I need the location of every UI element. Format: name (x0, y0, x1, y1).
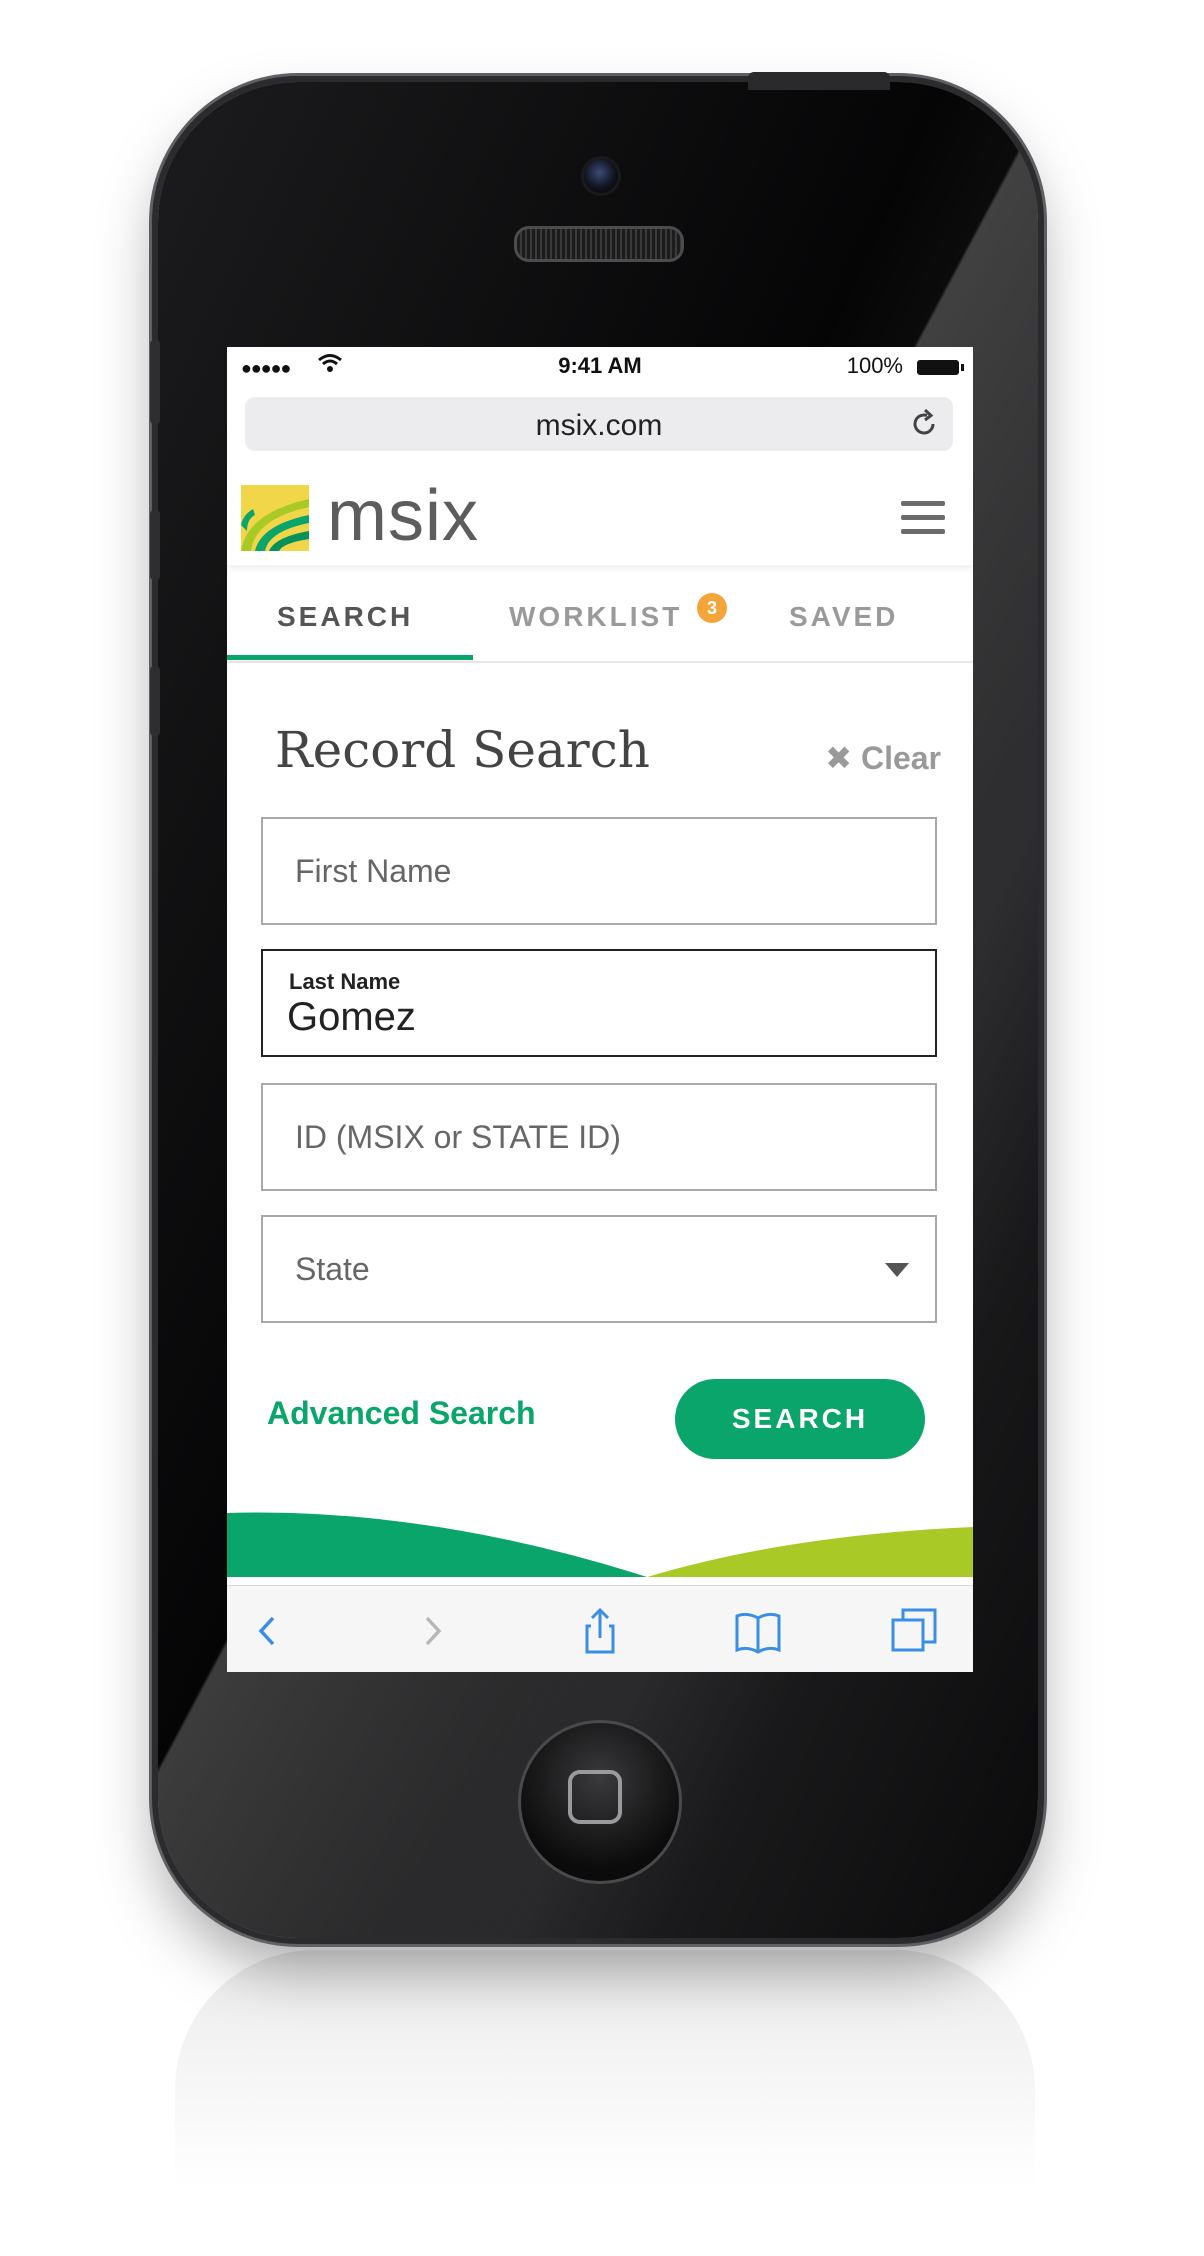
hamburger-menu-icon[interactable] (901, 501, 945, 541)
advanced-search-link[interactable]: Advanced Search (267, 1395, 536, 1432)
screen: ●●●●● 9:41 AM 100% msix.com msix SEARCH … (227, 347, 973, 1672)
state-placeholder: State (295, 1251, 370, 1287)
battery-percentage: 100% (846, 353, 903, 378)
volume-up-button (150, 510, 160, 580)
volume-down-button (150, 666, 160, 736)
last-name-value: Gomez (287, 995, 416, 1039)
worklist-count-badge: 3 (697, 593, 727, 623)
share-icon[interactable] (575, 1606, 625, 1656)
page-title: Record Search (275, 721, 650, 779)
chevron-down-icon (885, 1263, 909, 1277)
browser-toolbar (227, 1585, 973, 1672)
address-bar[interactable]: msix.com (245, 397, 953, 451)
active-tab-indicator (227, 655, 473, 660)
battery-icon (917, 360, 964, 375)
last-name-label: Last Name (289, 969, 401, 994)
url-text: msix.com (535, 409, 663, 442)
tab-saved[interactable]: SAVED (789, 601, 898, 633)
close-icon: ✖ (825, 740, 861, 776)
tab-worklist[interactable]: WORKLIST (509, 601, 682, 633)
tabs-icon[interactable] (889, 1606, 939, 1656)
tab-search[interactable]: SEARCH (277, 601, 413, 633)
home-button-square-icon (568, 1770, 622, 1824)
site-header: msix (227, 473, 973, 565)
first-name-field[interactable]: First Name (261, 817, 937, 925)
power-button (748, 72, 890, 90)
first-name-placeholder: First Name (295, 853, 452, 889)
back-icon[interactable] (243, 1606, 293, 1656)
id-field[interactable]: ID (MSIX or STATE ID) (261, 1083, 937, 1191)
search-button[interactable]: SEARCH (675, 1379, 925, 1459)
footer-hills-decoration (227, 1512, 973, 1577)
forward-icon[interactable] (407, 1606, 457, 1656)
front-camera (581, 156, 621, 196)
mute-switch (150, 340, 160, 424)
clear-label: Clear (860, 740, 941, 776)
bookmarks-icon[interactable] (733, 1606, 783, 1656)
earpiece-speaker (514, 226, 684, 262)
status-bar: ●●●●● 9:41 AM 100% (227, 347, 973, 385)
id-placeholder: ID (MSIX or STATE ID) (295, 1119, 621, 1155)
msix-logo-text: msix (327, 476, 479, 556)
state-select[interactable]: State (261, 1215, 937, 1323)
tab-bar: SEARCH WORKLIST 3 SAVED (227, 565, 973, 663)
last-name-field[interactable]: Last Name Gomez (261, 949, 937, 1057)
msix-logo-mark[interactable] (241, 485, 309, 551)
reload-icon[interactable] (907, 407, 941, 441)
phone-reflection (175, 1950, 1035, 2250)
clear-button[interactable]: ✖ Clear (825, 739, 941, 777)
